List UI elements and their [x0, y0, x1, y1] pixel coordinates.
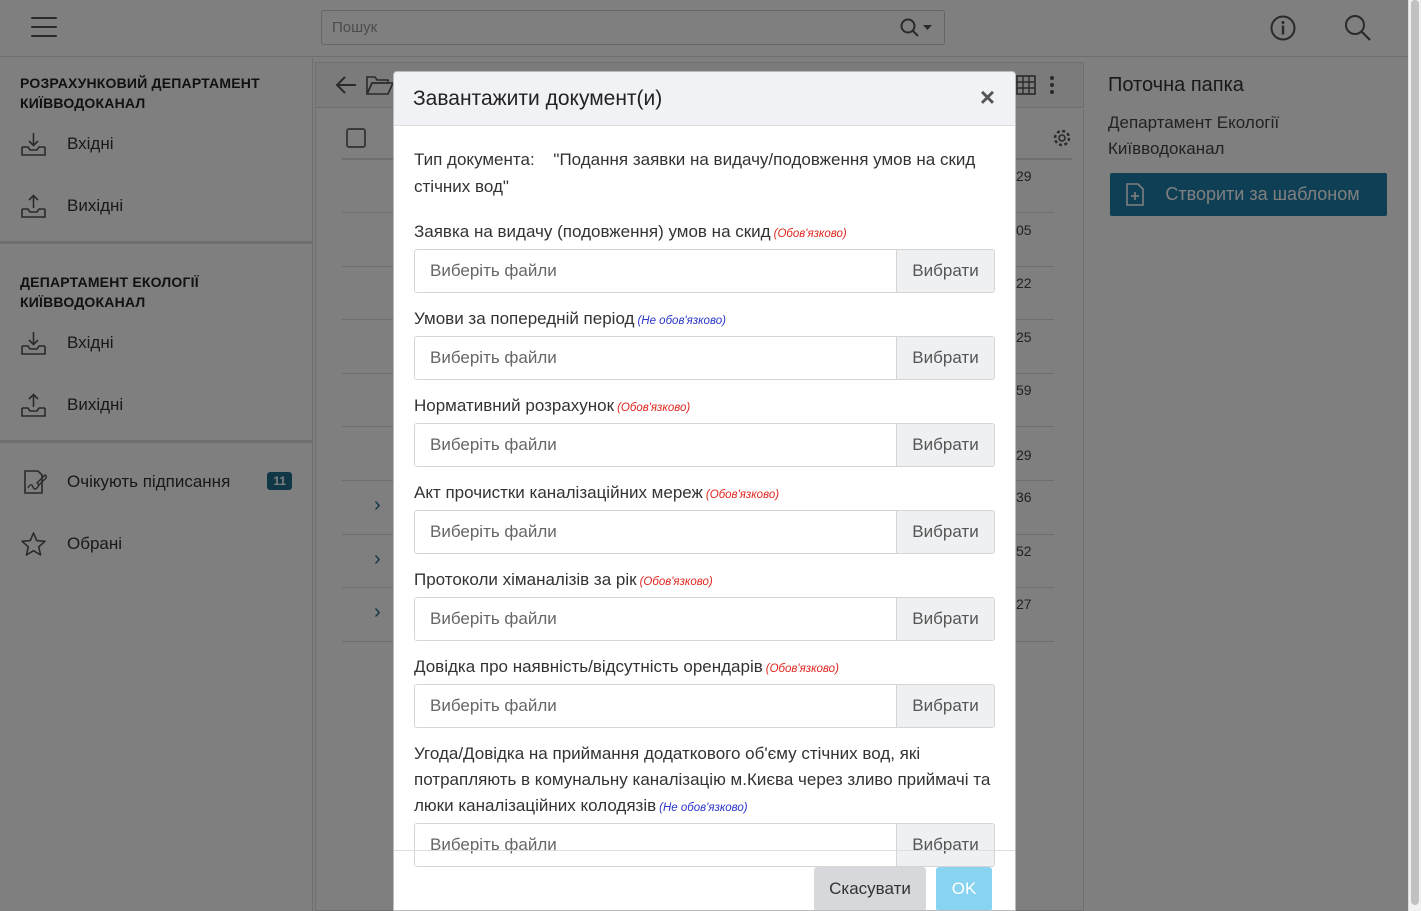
upload-field: Угода/Довідка на приймання додаткового о…	[414, 741, 995, 867]
optional-note: (Не обов'язково)	[637, 315, 726, 327]
browse-button[interactable]: Вибрати	[896, 250, 994, 292]
scrollbar-thumb[interactable]	[1411, 0, 1419, 905]
upload-field: Акт прочистки каналізаційних мереж (Обов'…	[414, 480, 995, 554]
close-icon[interactable]: ×	[980, 84, 995, 110]
cancel-button[interactable]: Скасувати	[814, 867, 926, 910]
browse-button[interactable]: Вибрати	[896, 685, 994, 727]
upload-field-label: Довідка про наявність/відсутність оренда…	[414, 654, 995, 682]
upload-field: Довідка про наявність/відсутність оренда…	[414, 654, 995, 728]
dialog-title: Завантажити документ(и)	[413, 87, 663, 110]
file-picker[interactable]: Виберіть файли Вибрати	[414, 336, 995, 380]
upload-documents-dialog: Завантажити документ(и) × Тип документа:…	[393, 71, 1016, 911]
file-picker[interactable]: Виберіть файли Вибрати	[414, 684, 995, 728]
required-note: (Обов'язково)	[639, 576, 713, 588]
required-note: (Обов'язково)	[705, 489, 780, 501]
browse-button[interactable]: Вибрати	[896, 511, 994, 553]
document-type: Тип документа: "Подання заявки на видачу…	[414, 146, 995, 200]
field-title: Умови за попередній період	[414, 309, 635, 328]
browse-button[interactable]: Вибрати	[896, 337, 994, 379]
upload-field-label: Угода/Довідка на приймання додаткового о…	[414, 741, 995, 821]
page-scrollbar[interactable]	[1408, 0, 1421, 911]
required-note: (Обов'язково)	[617, 402, 691, 414]
upload-field-label: Нормативний розрахунок (Обов'язково)	[414, 393, 995, 421]
file-input[interactable]: Виберіть файли	[415, 511, 896, 553]
file-input[interactable]: Виберіть файли	[415, 685, 896, 727]
dialog-header: Завантажити документ(и) ×	[394, 72, 1015, 126]
file-input[interactable]: Виберіть файли	[415, 250, 896, 292]
file-input[interactable]: Виберіть файли	[415, 337, 896, 379]
field-title: Заявка на видачу (подовження) умов на ск…	[414, 222, 771, 241]
upload-field-label: Акт прочистки каналізаційних мереж (Обов'…	[414, 480, 995, 508]
required-note: (Обов'язково)	[773, 228, 847, 240]
field-title: Протоколи хіманалізів за рік	[414, 570, 637, 589]
file-picker[interactable]: Виберіть файли Вибрати	[414, 597, 995, 641]
ok-button[interactable]: OK	[936, 867, 992, 910]
upload-field-label: Умови за попередній період (Не обов'язков…	[414, 306, 995, 334]
dialog-footer: Скасувати OK	[394, 850, 1015, 910]
upload-field-label: Заявка на видачу (подовження) умов на ск…	[414, 219, 995, 247]
field-title: Нормативний розрахунок	[414, 396, 615, 415]
browse-button[interactable]: Вибрати	[896, 598, 994, 640]
document-type-label: Тип документа:	[414, 150, 535, 169]
field-title: Довідка про наявність/відсутність оренда…	[414, 657, 763, 676]
file-picker[interactable]: Виберіть файли Вибрати	[414, 510, 995, 554]
file-picker[interactable]: Виберіть файли Вибрати	[414, 423, 995, 467]
dialog-body: Тип документа: "Подання заявки на видачу…	[394, 126, 1015, 867]
optional-note: (Не обов'язково)	[659, 802, 748, 814]
required-note: (Обов'язково)	[765, 663, 839, 675]
file-input[interactable]: Виберіть файли	[415, 424, 896, 466]
browse-button[interactable]: Вибрати	[896, 424, 994, 466]
file-picker[interactable]: Виберіть файли Вибрати	[414, 249, 995, 293]
upload-field: Заявка на видачу (подовження) умов на ск…	[414, 219, 995, 293]
file-input[interactable]: Виберіть файли	[415, 598, 896, 640]
upload-field: Протоколи хіманалізів за рік (Обов'язково…	[414, 567, 995, 641]
upload-field: Умови за попередній період (Не обов'язков…	[414, 306, 995, 380]
upload-field-label: Протоколи хіманалізів за рік (Обов'язково…	[414, 567, 995, 595]
field-title: Акт прочистки каналізаційних мереж	[414, 483, 703, 502]
upload-field: Нормативний розрахунок (Обов'язково) Вибе…	[414, 393, 995, 467]
